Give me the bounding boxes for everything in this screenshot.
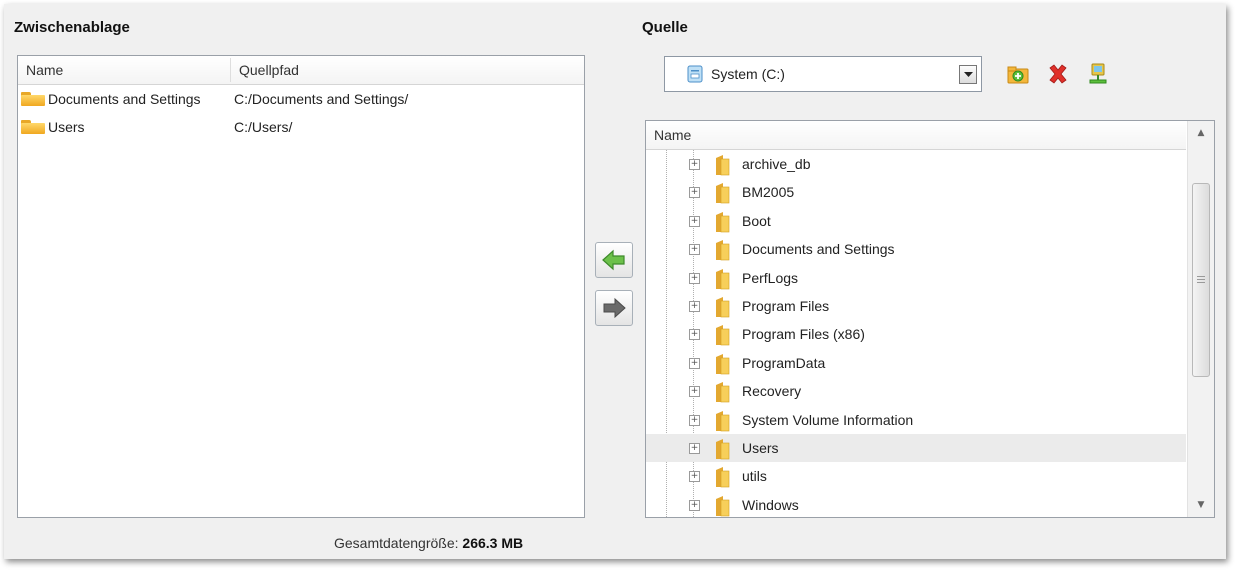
total-size: Gesamtdatengröße: 266.3 MB xyxy=(334,535,523,551)
expand-icon[interactable]: + xyxy=(689,386,700,398)
folder-icon xyxy=(716,297,730,318)
tree-item-label: archive_db xyxy=(742,156,811,172)
column-source-path-header[interactable]: Quellpfad xyxy=(239,62,299,78)
clipboard-list[interactable]: Name Quellpfad Documents and Settings C:… xyxy=(17,55,585,518)
arrow-right-icon xyxy=(603,297,626,319)
tree-item[interactable]: + archive_db xyxy=(646,150,1186,178)
expand-icon[interactable]: + xyxy=(689,414,700,426)
folder-icon xyxy=(716,410,730,431)
expand-icon[interactable]: + xyxy=(689,187,700,199)
folder-icon xyxy=(716,353,730,375)
scrollbar-thumb[interactable] xyxy=(1192,183,1210,377)
folder-icon xyxy=(21,120,45,134)
folder-icon xyxy=(716,183,730,204)
scroll-up-icon[interactable]: ▲ xyxy=(1188,123,1214,143)
tree-item-label: Program Files xyxy=(742,298,830,314)
item-name: Documents and Settings xyxy=(48,91,201,107)
total-size-label: Gesamtdatengröße: xyxy=(334,535,459,551)
tree-item[interactable]: + Windows xyxy=(646,491,1186,517)
chevron-down-icon[interactable] xyxy=(959,65,977,84)
tree-item-label: Documents and Settings xyxy=(742,241,895,258)
tree-item-label: BM2005 xyxy=(742,184,795,201)
tree-item[interactable]: + System Volume Information xyxy=(646,406,1186,434)
tree-item-label: Users xyxy=(742,440,779,456)
tree-item[interactable]: + Program Files xyxy=(646,292,1186,320)
tree-column-name-header[interactable]: Name xyxy=(654,127,691,143)
tree-item[interactable]: + Program Files (x86) xyxy=(646,320,1186,348)
column-separator[interactable] xyxy=(230,58,231,82)
expand-icon[interactable]: + xyxy=(689,357,700,369)
tree-item-label: System Volume Information xyxy=(742,411,914,428)
tree-item[interactable]: + Boot xyxy=(646,207,1186,235)
tree-item[interactable]: + utils xyxy=(646,462,1186,490)
tree-item[interactable]: + Users xyxy=(646,434,1186,462)
expand-icon[interactable]: + xyxy=(689,329,700,341)
tree-item-label: Boot xyxy=(742,212,771,229)
source-title: Quelle xyxy=(642,19,688,36)
folder-icon xyxy=(716,268,730,289)
scrollbar[interactable]: ▲ ▼ xyxy=(1187,121,1214,517)
list-item[interactable]: Documents and Settings C:/Documents and … xyxy=(18,85,584,113)
tree-item[interactable]: + Recovery xyxy=(646,377,1186,405)
expand-icon[interactable]: + xyxy=(689,272,700,284)
clipboard-list-header: Name Quellpfad xyxy=(18,56,584,85)
folder-icon xyxy=(716,211,730,233)
folder-icon xyxy=(716,439,730,460)
drive-select[interactable]: System (C:) xyxy=(664,56,982,92)
tree-item-label: utils xyxy=(742,468,767,485)
expand-icon[interactable]: + xyxy=(689,159,700,170)
arrow-left-icon xyxy=(602,249,625,271)
folder-icon xyxy=(716,467,730,488)
column-name-header[interactable]: Name xyxy=(26,62,63,78)
tree-item-label: Program Files (x86) xyxy=(742,326,865,343)
item-path: C:/Users/ xyxy=(234,119,293,135)
folder-icon xyxy=(21,92,45,106)
network-drive-icon[interactable] xyxy=(1086,62,1110,86)
expand-icon[interactable]: + xyxy=(689,499,700,511)
folder-icon xyxy=(716,382,730,403)
scroll-down-icon[interactable]: ▼ xyxy=(1188,495,1214,515)
drive-select-value: System (C:) xyxy=(711,66,785,82)
drive-icon xyxy=(687,65,703,83)
tree-item[interactable]: + BM2005 xyxy=(646,178,1186,206)
add-folder-icon[interactable] xyxy=(1006,62,1030,86)
add-to-clipboard-button[interactable] xyxy=(595,242,633,278)
tree-item-label: ProgramData xyxy=(742,354,826,371)
tree-item[interactable]: + Documents and Settings xyxy=(646,235,1186,263)
folder-icon xyxy=(716,495,730,517)
folder-icon xyxy=(716,325,730,346)
expand-icon[interactable]: + xyxy=(689,443,700,454)
total-size-value: 266.3 MB xyxy=(462,535,524,551)
delete-icon[interactable] xyxy=(1046,62,1070,86)
folder-tree[interactable]: Name + archive_db + BM2005 + Boot + Documents a… xyxy=(645,120,1215,518)
remove-from-clipboard-button[interactable] xyxy=(595,290,633,326)
item-path: C:/Documents and Settings/ xyxy=(234,91,409,107)
backup-panel: Zwischenablage Name Quellpfad Documents … xyxy=(4,4,1226,559)
clipboard-title: Zwischenablage xyxy=(14,19,130,36)
tree-item[interactable]: + PerfLogs xyxy=(646,264,1186,292)
expand-icon[interactable]: + xyxy=(689,244,700,256)
folder-icon xyxy=(716,155,730,176)
item-name: Users xyxy=(48,119,85,135)
expand-icon[interactable]: + xyxy=(689,301,700,312)
expand-icon[interactable]: + xyxy=(689,215,700,227)
tree-header: Name xyxy=(646,121,1186,150)
expand-icon[interactable]: + xyxy=(689,471,700,483)
list-item[interactable]: Users C:/Users/ xyxy=(18,113,584,141)
tree-item-label: Recovery xyxy=(742,383,802,400)
tree-item-label: Windows xyxy=(742,496,799,513)
folder-icon xyxy=(716,240,730,261)
tree-item[interactable]: + ProgramData xyxy=(646,349,1186,377)
tree-item-label: PerfLogs xyxy=(742,269,799,286)
